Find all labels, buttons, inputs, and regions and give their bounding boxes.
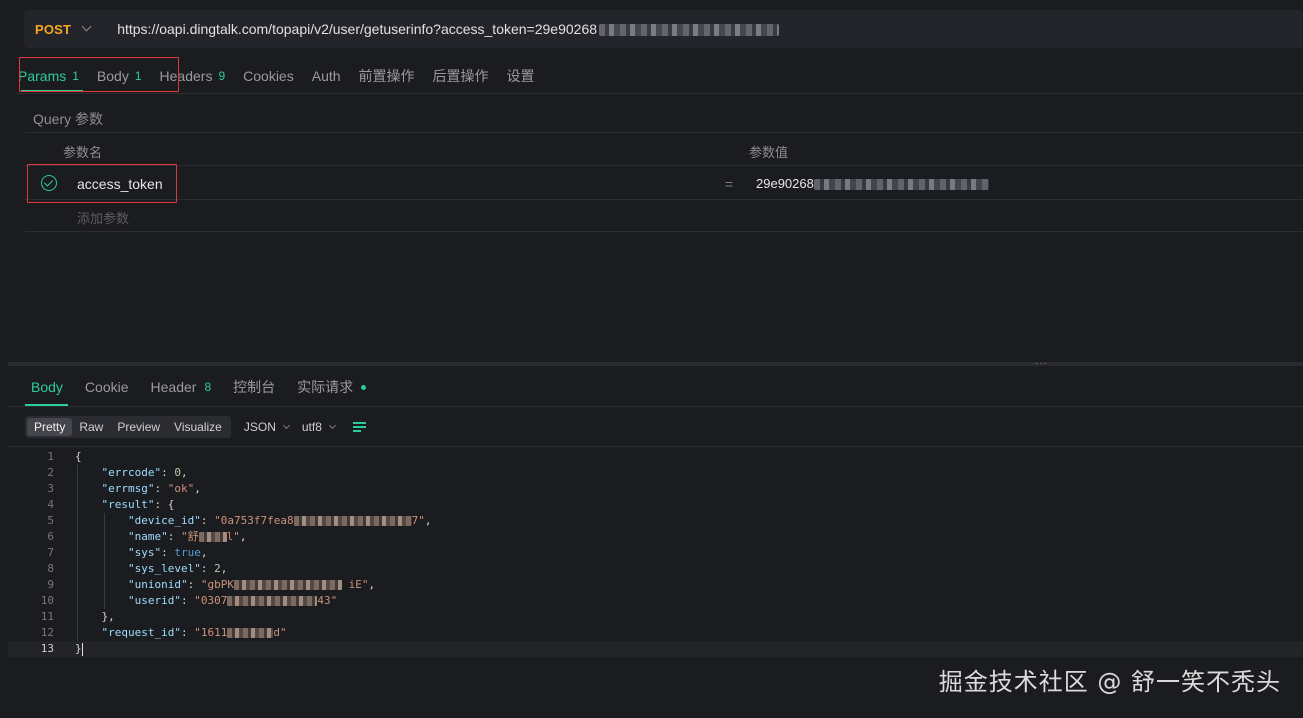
redacted-blur — [233, 580, 342, 590]
tab-headers-label: Headers — [159, 68, 213, 84]
tab-actual-request-label: 实际请求 — [297, 379, 354, 395]
redacted-blur — [293, 516, 412, 526]
tab-cookies[interactable]: Cookies — [243, 68, 294, 84]
active-tab-indicator — [21, 90, 83, 92]
query-params-heading: Query 参数 — [33, 111, 104, 127]
code-line: 4 "result": { — [47, 498, 175, 511]
status-dot-icon — [361, 384, 367, 390]
tab-console[interactable]: 控制台 — [233, 377, 275, 397]
divider — [16, 93, 1303, 94]
tab-body[interactable]: Body 1 — [97, 68, 142, 84]
tab-response-cookie-label: Cookie — [84, 379, 129, 395]
tab-response-body[interactable]: Body — [31, 379, 63, 395]
tab-body-count: 1 — [134, 69, 142, 83]
view-visualize-button[interactable]: Visualize — [167, 418, 229, 436]
param-value-input[interactable]: 29e90268 — [756, 176, 989, 191]
code-line: 11 }, — [40, 610, 115, 623]
chevron-down-icon — [328, 421, 336, 430]
response-toolbar: Pretty Raw Preview Visualize JSON utf8 — [25, 416, 367, 438]
tab-headers[interactable]: Headers 9 — [160, 68, 226, 84]
view-mode-group: Pretty Raw Preview Visualize — [25, 416, 231, 438]
view-preview-button[interactable]: Preview — [110, 418, 167, 436]
word-wrap-icon[interactable] — [352, 421, 367, 433]
divider — [8, 406, 1303, 407]
tab-settings-label: 设置 — [506, 68, 535, 84]
code-line: 9 "unionid": "gbPK iE", — [47, 578, 376, 591]
text-cursor — [81, 642, 83, 656]
redacted-token-blur — [599, 24, 780, 37]
tab-cookies-label: Cookies — [243, 68, 294, 84]
code-line-current: 13} — [8, 641, 1303, 657]
view-raw-button[interactable]: Raw — [72, 418, 110, 436]
code-line: 3 "errmsg": "ok", — [47, 482, 201, 495]
tab-console-label: 控制台 — [233, 379, 276, 395]
tab-params-label: Params — [18, 68, 67, 84]
tab-response-header-label: Header — [150, 379, 197, 395]
tab-pre-request[interactable]: 前置操作 — [359, 66, 415, 86]
column-header-value: 参数值 — [749, 145, 789, 160]
method-select[interactable]: POST — [35, 22, 71, 37]
tab-post-request[interactable]: 后置操作 — [433, 66, 489, 86]
code-line: 2 "errcode": 0, — [47, 466, 188, 479]
redacted-blur — [227, 628, 274, 638]
chevron-down-icon[interactable] — [81, 21, 92, 32]
redacted-blur — [227, 596, 318, 606]
checkbox-checked-icon[interactable] — [41, 175, 57, 191]
tab-headers-count: 9 — [218, 69, 226, 83]
url-text: https://oapi.dingtalk.com/topapi/v2/user… — [117, 21, 598, 37]
tab-settings[interactable]: 设置 — [507, 66, 535, 86]
column-header-name: 参数名 — [63, 145, 103, 160]
divider — [8, 446, 1303, 447]
tab-params[interactable]: Params 1 — [18, 68, 79, 84]
tab-body-label: Body — [96, 68, 129, 84]
params-table: 参数名 参数值 access_token = 29e90268 添加参数 — [25, 132, 1303, 232]
code-line: 6 "name": "舒 l", — [47, 530, 247, 543]
tab-post-request-label: 后置操作 — [432, 68, 489, 84]
param-key-input[interactable]: access_token — [77, 176, 163, 192]
row-divider — [25, 199, 1303, 200]
redacted-value-blur — [813, 179, 989, 191]
format-dropdown-label: JSON — [243, 420, 276, 434]
watermark: 掘金技术社区 @ 舒一笑不秃头 — [938, 668, 1281, 696]
tab-pre-request-label: 前置操作 — [358, 68, 415, 84]
encoding-dropdown[interactable]: utf8 — [301, 420, 336, 434]
request-tabs: Params 1 Body 1 Headers 9 Cookies Auth 前… — [18, 58, 553, 94]
chevron-down-icon — [282, 421, 290, 430]
param-value-text: 29e90268 — [756, 176, 814, 191]
format-dropdown[interactable]: JSON — [243, 420, 290, 434]
tab-response-cookie[interactable]: Cookie — [85, 379, 129, 395]
add-param-placeholder[interactable]: 添加参数 — [77, 208, 129, 227]
redacted-blur — [198, 532, 227, 542]
tab-actual-request[interactable]: 实际请求 — [297, 377, 367, 397]
code-line: 1{ — [47, 450, 82, 463]
tab-auth-label: Auth — [311, 68, 341, 84]
tab-response-header[interactable]: Header 8 — [151, 379, 212, 395]
encoding-dropdown-label: utf8 — [301, 420, 322, 434]
tab-response-header-count: 8 — [204, 380, 212, 394]
equals-sign: = — [725, 176, 734, 192]
code-line: 10 "userid": "0307 43" — [40, 594, 338, 607]
url-input[interactable]: https://oapi.dingtalk.com/topapi/v2/user… — [117, 21, 780, 37]
response-tabs: Body Cookie Header 8 控制台 实际请求 — [31, 377, 388, 397]
code-line: 12 "request_id": "1611 d" — [40, 626, 287, 639]
tab-params-count: 1 — [72, 69, 79, 83]
tab-response-body-label: Body — [31, 379, 63, 395]
row-divider — [25, 165, 1303, 166]
tab-auth[interactable]: Auth — [312, 68, 341, 84]
url-bar: POST https://oapi.dingtalk.com/topapi/v2… — [24, 10, 1303, 48]
code-line: 8 "sys_level": 2, — [47, 562, 228, 575]
code-line: 5 "device_id": "0a753f7fea8 7", — [47, 514, 432, 527]
request-panel: POST https://oapi.dingtalk.com/topapi/v2… — [8, 0, 1303, 364]
code-line: 7 "sys": true, — [47, 546, 208, 559]
response-code-viewer[interactable]: 1{ 2 "errcode": 0, 3 "errmsg": "ok", 4 "… — [8, 449, 1303, 657]
view-pretty-button[interactable]: Pretty — [27, 418, 73, 436]
